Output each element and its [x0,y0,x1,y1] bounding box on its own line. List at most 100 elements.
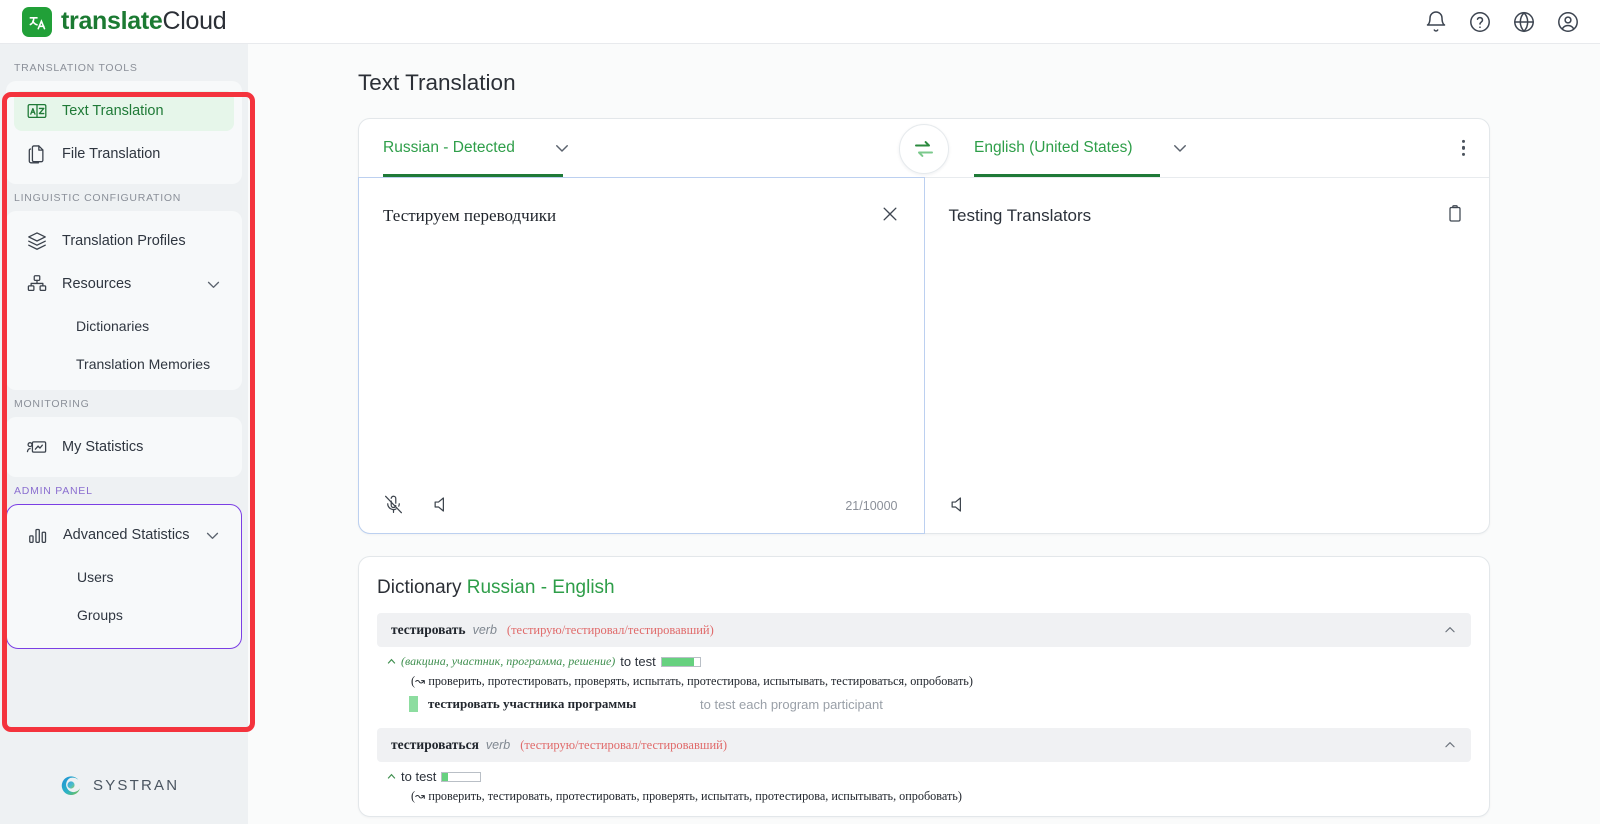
resources-blocks-icon [27,275,47,292]
sidebar-section-translation-tools: TRANSLATION TOOLS [14,62,138,74]
clear-source-icon[interactable] [880,204,900,224]
sidebar-item-label: My Statistics [62,439,144,455]
copy-clipboard-icon[interactable] [1445,204,1465,224]
sense-context: (вакцина, участник, программа, решение) [401,654,616,668]
target-tools [949,494,970,515]
source-language-selector[interactable]: Russian - Detected [383,119,571,177]
sidebar-item-users[interactable]: Users [15,558,233,595]
source-pane[interactable]: Тестируем переводчики 21/10000 [358,177,925,534]
language-bar: Russian - Detected English (United State… [359,119,1489,177]
example-source: тестировать участника программы [428,696,637,711]
sidebar-item-label: Advanced Statistics [63,527,190,543]
dictionary-sense: to test [377,762,1471,786]
character-counter: 21/10000 [845,499,898,513]
chevron-down-icon [206,532,219,539]
file-translation-icon [28,145,44,164]
microphone-off-icon[interactable] [383,494,404,515]
sidebar-item-label: Translation Profiles [62,233,186,249]
dictionary-example: тестировать участника программы to test … [377,691,1471,714]
dictionary-entry: тестировать verb (тестирую/тестировал/те… [377,613,1471,714]
chevron-up-icon[interactable] [1443,623,1457,637]
example-target: to test each program participant [700,696,883,712]
sidebar-item-label: Dictionaries [76,317,150,334]
source-language-side: Russian - Detected [359,119,898,177]
dictionary-lemma: тестироваться [391,737,479,752]
notifications-icon[interactable] [1424,10,1448,34]
help-icon[interactable] [1468,10,1492,34]
sidebar-section-monitoring: MONITORING [14,398,90,410]
brand-name-primary: translate [61,7,163,35]
sidebar-item-translation-memories[interactable]: Translation Memories [14,345,234,382]
sidebar: TRANSLATION TOOLS Text Translation File … [0,44,255,824]
sidebar-item-label: Users [77,568,114,585]
dictionary-card: Dictionary Russian - English тестировать… [358,556,1490,817]
target-language-label: English (United States) [974,139,1133,156]
speaker-icon[interactable] [432,494,453,515]
dictionary-part-of-speech: verb [472,623,497,637]
dictionary-lemma: тестировать [391,622,466,637]
page-title: Text Translation [358,70,516,95]
systran-logo-icon [61,776,81,796]
dictionary-forms: (тестирую/тестировал/тестировавший) [520,737,728,752]
confidence-bar [441,771,482,782]
top-bar-actions [1424,10,1580,34]
translation-card: Russian - Detected English (United State… [358,118,1490,534]
sidebar-item-label: File Translation [62,146,161,162]
account-icon[interactable] [1556,10,1580,34]
bar-chart-icon [29,528,47,543]
source-language-label: Russian - Detected [383,139,515,156]
sidebar-item-translation-profiles[interactable]: Translation Profiles [14,221,234,261]
dictionary-title: Dictionary Russian - English [377,577,1471,599]
sidebar-item-label: Translation Memories [76,355,211,372]
sidebar-item-file-translation[interactable]: File Translation [14,134,234,174]
sidebar-item-my-statistics[interactable]: My Statistics [14,427,234,467]
sidebar-item-label: Resources [62,276,132,292]
sense-marker-icon [387,658,396,664]
target-pane: Testing Translators [925,178,1490,533]
sense-translation: to test [401,769,437,784]
app-brand[interactable]: translate Cloud [22,6,227,37]
target-language-selector[interactable]: English (United States) [974,119,1189,177]
more-options-button[interactable] [1456,134,1471,162]
dot [1461,152,1465,157]
source-language-underline [383,174,563,177]
dictionary-title-label: Dictionary [377,577,462,598]
sidebar-item-label: Text Translation [62,103,164,119]
sidebar-item-dictionaries[interactable]: Dictionaries [14,307,234,344]
swap-arrows-icon [915,141,933,157]
dictionary-entry-header[interactable]: тестировать verb (тестирую/тестировал/те… [377,613,1471,647]
sidebar-item-resources[interactable]: Resources [14,264,234,304]
swap-languages-button[interactable] [899,124,949,174]
chevron-down-icon [207,281,220,288]
target-text: Testing Translators [948,206,1092,225]
sense-synonyms: (↝ проверить, протестировать, проверять,… [411,674,973,688]
sidebar-group-admin-panel: Advanced Statistics Users Groups [6,504,242,649]
source-text[interactable]: Тестируем переводчики [383,204,898,228]
top-bar: translate Cloud [0,0,1600,44]
main-content: Text Translation Russian - Detected Engl… [248,44,1600,824]
brand-name-secondary: Cloud [162,7,227,35]
dictionary-language-pair: Russian - English [466,577,615,598]
sidebar-footer: SYSTRAN [0,772,248,824]
sidebar-section-admin-panel: ADMIN PANEL [14,485,93,497]
layers-icon [28,232,46,250]
source-tools [383,494,453,515]
sense-translation: to test [620,654,656,669]
dot [1461,139,1465,144]
sidebar-group-translation-tools: Text Translation File Translation [6,81,242,184]
dot [1461,146,1465,150]
chevron-up-icon[interactable] [1443,738,1457,752]
sidebar-item-groups[interactable]: Groups [15,596,233,633]
sidebar-item-text-translation[interactable]: Text Translation [14,91,234,131]
confidence-bar [660,656,701,667]
chevron-down-icon [555,145,568,152]
language-globe-icon[interactable] [1512,10,1536,34]
speaker-icon[interactable] [949,494,970,515]
sense-synonyms: (↝ проверить, тестировать, протестироват… [411,789,962,803]
dictionary-entry-header[interactable]: тестироваться verb (тестирую/тестировал/… [377,728,1471,762]
systran-wordmark: SYSTRAN [93,776,180,794]
dictionary-forms: (тестирую/тестировал/тестировавший) [506,622,714,637]
sidebar-group-monitoring: My Statistics [6,417,242,477]
sidebar-item-advanced-statistics[interactable]: Advanced Statistics [15,515,233,555]
